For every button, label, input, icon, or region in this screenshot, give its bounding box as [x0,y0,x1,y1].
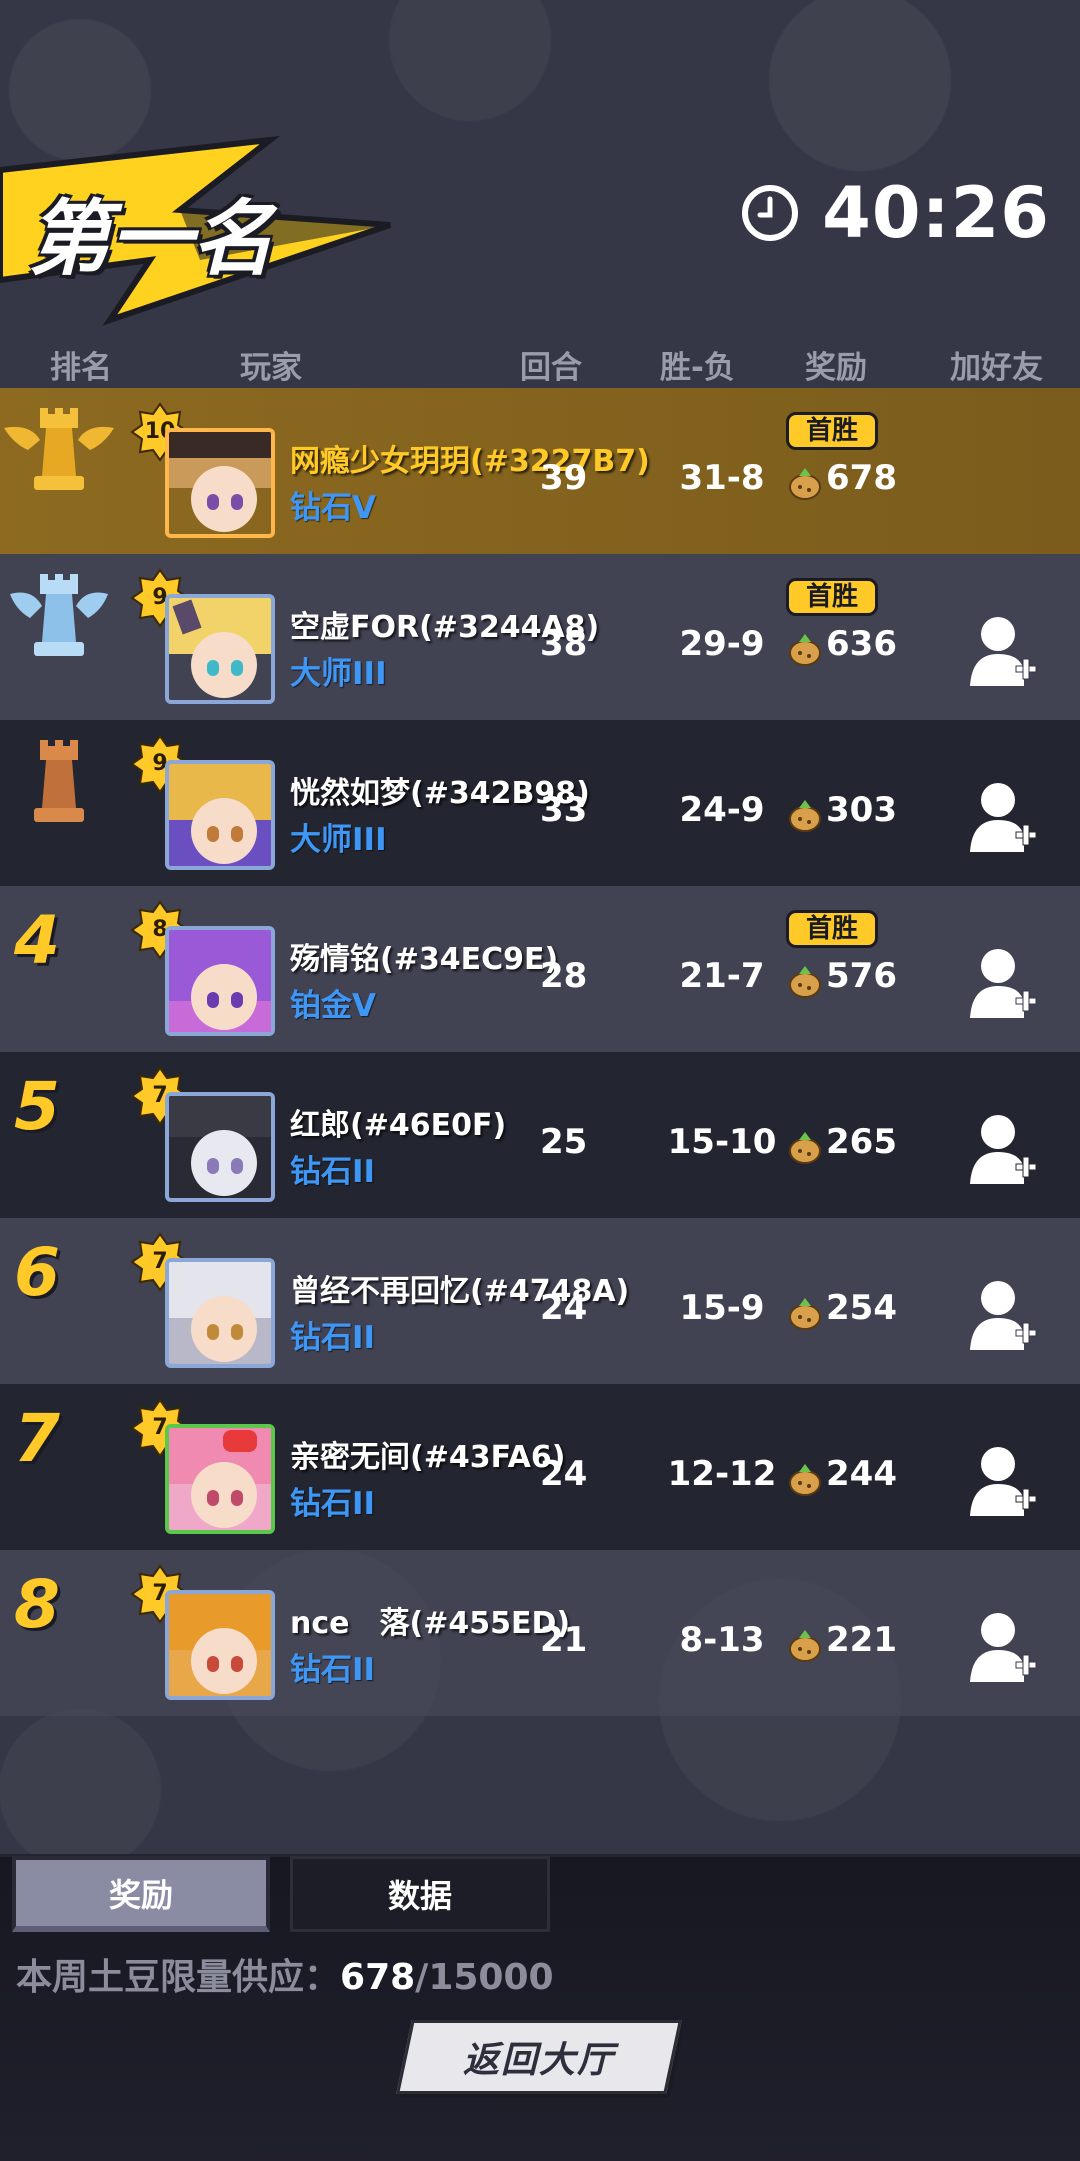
column-header-reward: 奖励 [805,350,867,386]
player-tier: 钻石II [290,1652,376,1688]
player-tier: 钻石II [290,1154,376,1190]
avatar[interactable] [165,926,275,1036]
player-row[interactable]: 7 7 亲密无间(#43FA6) 钻石II 24 12-12 244 [0,1384,1080,1550]
avatar[interactable] [165,760,275,870]
bronze-rook-icon [34,740,84,822]
avatar[interactable] [165,1092,275,1202]
column-header-add-friend: 加好友 [950,350,1043,386]
first-win-badge: 首胜 [786,412,878,450]
player-tier: 钻石V [290,490,376,526]
player-tier: 大师III [290,656,387,692]
reward-value: 254 [826,1288,897,1328]
player-tier: 大师III [290,822,387,858]
player-tier: 钻石II [290,1486,376,1522]
rounds-value: 28 [540,956,588,996]
player-row[interactable]: 5 7 红郎(#46E0F) 钻石II 25 15-10 265 [0,1052,1080,1218]
supply-current: 678 [340,1957,416,1998]
potato-icon [789,468,821,500]
player-name: 网瘾少女玥玥(#3227B7) [290,444,650,479]
player-name: nce 落(#455ED) [290,1606,571,1641]
player-row[interactable]: 9 空虚FOR(#3244A8) 大师III 38 29-9 首胜 636 [0,554,1080,720]
return-lobby-button[interactable]: 返回大厅 [396,2020,682,2094]
reward-value: 265 [826,1122,897,1162]
return-button-label: 返回大厅 [462,2040,615,2081]
rank-number: 4 [14,902,60,979]
rounds-value: 24 [540,1454,588,1494]
rounds-value: 21 [540,1620,588,1660]
reward-value: 221 [826,1620,897,1660]
game-timer: 40:26 [740,168,1050,258]
win-loss-value: 21-7 [679,956,765,996]
first-win-badge: 首胜 [786,578,878,616]
add-friend-icon[interactable] [968,946,1038,1022]
add-friend-icon[interactable] [968,780,1038,856]
player-row[interactable]: 9 恍然如梦(#342B98) 大师III 33 24-9 303 [0,720,1080,886]
win-loss-value: 24-9 [679,790,765,830]
player-name: 红郎(#46E0F) [290,1108,507,1143]
column-header-player: 玩家 [240,350,302,386]
rank-number: 6 [14,1234,60,1311]
win-loss-value: 31-8 [679,458,765,498]
avatar[interactable] [165,1258,275,1368]
reward-value: 244 [826,1454,897,1494]
column-header-rank: 排名 [50,350,112,386]
potato-icon [789,634,821,666]
rounds-value: 24 [540,1288,588,1328]
rank-number: 7 [14,1400,60,1477]
potato-icon [789,1132,821,1164]
avatar[interactable] [165,1590,275,1700]
win-loss-value: 15-10 [667,1122,777,1162]
gold-rook-icon [4,408,114,490]
player-name: 亲密无间(#43FA6) [290,1440,566,1475]
column-header-rounds: 回合 [520,350,582,386]
rank-number: 5 [14,1068,60,1145]
reward-value: 576 [826,956,897,996]
avatar[interactable] [165,594,275,704]
add-friend-icon[interactable] [968,614,1038,690]
clock-icon [742,185,799,241]
reward-value: 303 [826,790,897,830]
avatar[interactable] [165,1424,275,1534]
player-tier: 铂金V [290,988,376,1024]
player-row[interactable]: 8 7 nce 落(#455ED) 钻石II 21 8-13 221 [0,1550,1080,1716]
win-loss-value: 29-9 [679,624,765,664]
potato-icon [789,1630,821,1662]
tab-data[interactable]: 数据 [290,1856,550,1932]
rank-banner: 第一名 [0,130,400,330]
reward-value: 636 [826,624,897,664]
win-loss-value: 8-13 [679,1620,765,1660]
supply-label: 本周土豆限量供应： [16,1957,341,1998]
potato-icon [789,966,821,998]
player-row[interactable]: 4 8 殇情铭(#34EC9E) 铂金V 28 21-7 首胜 576 [0,886,1080,1052]
win-loss-value: 15-9 [679,1288,765,1328]
rounds-value: 33 [540,790,588,830]
player-row[interactable]: 6 7 曾经不再回忆(#4748A) 钻石II 24 15-9 254 [0,1218,1080,1384]
supply-max: 15000 [428,1957,554,1998]
column-header-win-loss: 胜-负 [660,350,735,386]
rounds-value: 38 [540,624,588,664]
supply-separator: / [415,1957,429,1998]
player-row[interactable]: 10 网瘾少女玥玥(#3227B7) 钻石V 39 31-8 首胜 678 [0,388,1080,554]
add-friend-icon[interactable] [968,1610,1038,1686]
avatar[interactable] [165,428,275,538]
potato-icon [789,800,821,832]
tab-rewards[interactable]: 奖励 [12,1856,270,1932]
player-tier: 钻石II [290,1320,376,1356]
add-friend-icon[interactable] [968,1278,1038,1354]
rounds-value: 25 [540,1122,588,1162]
add-friend-icon[interactable] [968,1112,1038,1188]
win-loss-value: 12-12 [667,1454,777,1494]
timer-text: 40:26 [822,172,1050,254]
rank-title: 第一名 [28,192,274,287]
player-name: 殇情铭(#34EC9E) [290,942,559,977]
potato-icon [789,1464,821,1496]
silver-rook-icon [10,574,108,656]
rounds-value: 39 [540,458,588,498]
rank-number: 8 [14,1566,60,1643]
weekly-supply: 本周土豆限量供应：678/15000 [16,1948,554,2000]
first-win-badge: 首胜 [786,910,878,948]
reward-value: 678 [826,458,897,498]
potato-icon [789,1298,821,1330]
add-friend-icon[interactable] [968,1444,1038,1520]
